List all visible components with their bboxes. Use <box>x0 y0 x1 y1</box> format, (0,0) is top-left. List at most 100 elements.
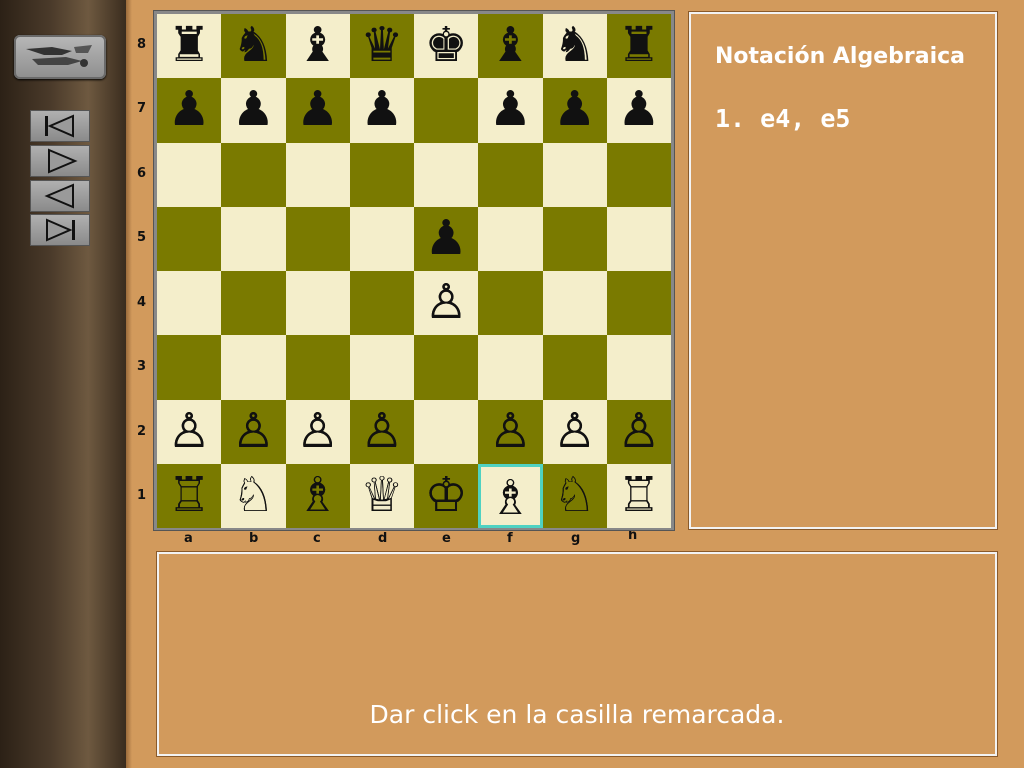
square-f2[interactable]: ♙ <box>478 399 543 464</box>
square-h7[interactable]: ♟ <box>606 78 671 143</box>
piece-a7[interactable]: ♟ <box>157 78 221 142</box>
piece-b7[interactable]: ♟ <box>221 78 285 142</box>
square-f8[interactable]: ♝ <box>478 14 543 79</box>
square-a7[interactable]: ♟ <box>157 78 222 143</box>
square-f3[interactable] <box>478 335 543 400</box>
piece-g7[interactable]: ♟ <box>543 78 607 142</box>
square-g3[interactable] <box>542 335 607 400</box>
piece-a2[interactable]: ♙ <box>157 400 221 464</box>
square-h1[interactable]: ♖ <box>606 463 671 528</box>
square-b6[interactable] <box>221 142 286 207</box>
piece-b1[interactable]: ♘ <box>221 464 285 528</box>
square-f1[interactable]: ♗ <box>478 463 543 528</box>
square-h4[interactable] <box>606 271 671 336</box>
square-d1[interactable]: ♕ <box>349 463 414 528</box>
piece-f8[interactable]: ♝ <box>478 14 542 78</box>
piece-f2[interactable]: ♙ <box>478 400 542 464</box>
piece-d2[interactable]: ♙ <box>350 400 414 464</box>
square-b8[interactable]: ♞ <box>221 14 286 79</box>
square-d3[interactable] <box>349 335 414 400</box>
square-g2[interactable]: ♙ <box>542 399 607 464</box>
piece-a1[interactable]: ♖ <box>157 464 221 528</box>
square-b4[interactable] <box>221 271 286 336</box>
square-h5[interactable] <box>606 206 671 271</box>
square-g1[interactable]: ♘ <box>542 463 607 528</box>
next-move-button[interactable] <box>30 145 90 177</box>
square-b7[interactable]: ♟ <box>221 78 286 143</box>
square-b1[interactable]: ♘ <box>221 463 286 528</box>
square-e1[interactable]: ♔ <box>414 463 479 528</box>
square-b5[interactable] <box>221 206 286 271</box>
first-move-button[interactable] <box>30 110 90 142</box>
previous-move-button[interactable] <box>30 180 90 212</box>
square-c4[interactable] <box>285 271 350 336</box>
square-h6[interactable] <box>606 142 671 207</box>
piece-h2[interactable]: ♙ <box>607 400 671 464</box>
square-a4[interactable] <box>157 271 222 336</box>
piece-d7[interactable]: ♟ <box>350 78 414 142</box>
square-h3[interactable] <box>606 335 671 400</box>
square-a6[interactable] <box>157 142 222 207</box>
piece-f1[interactable]: ♗ <box>481 467 539 526</box>
piece-d1[interactable]: ♕ <box>350 464 414 528</box>
square-e2[interactable] <box>414 399 479 464</box>
square-g8[interactable]: ♞ <box>542 14 607 79</box>
piece-e4[interactable]: ♙ <box>414 271 478 335</box>
piece-d8[interactable]: ♛ <box>350 14 414 78</box>
piece-h7[interactable]: ♟ <box>607 78 671 142</box>
square-c8[interactable]: ♝ <box>285 14 350 79</box>
square-g4[interactable] <box>542 271 607 336</box>
piece-g1[interactable]: ♘ <box>543 464 607 528</box>
square-h2[interactable]: ♙ <box>606 399 671 464</box>
square-c1[interactable]: ♗ <box>285 463 350 528</box>
piece-c8[interactable]: ♝ <box>286 14 350 78</box>
square-a5[interactable] <box>157 206 222 271</box>
piece-g2[interactable]: ♙ <box>543 400 607 464</box>
square-a2[interactable]: ♙ <box>157 399 222 464</box>
square-g5[interactable] <box>542 206 607 271</box>
square-f6[interactable] <box>478 142 543 207</box>
square-e6[interactable] <box>414 142 479 207</box>
piece-c2[interactable]: ♙ <box>286 400 350 464</box>
square-d7[interactable]: ♟ <box>349 78 414 143</box>
square-a3[interactable] <box>157 335 222 400</box>
square-e8[interactable]: ♚ <box>414 14 479 79</box>
square-b3[interactable] <box>221 335 286 400</box>
square-g6[interactable] <box>542 142 607 207</box>
square-a1[interactable]: ♖ <box>157 463 222 528</box>
piece-c1[interactable]: ♗ <box>286 464 350 528</box>
square-e4[interactable]: ♙ <box>414 271 479 336</box>
piece-h1[interactable]: ♖ <box>607 464 671 528</box>
square-d2[interactable]: ♙ <box>349 399 414 464</box>
square-e5[interactable]: ♟ <box>414 206 479 271</box>
square-d5[interactable] <box>349 206 414 271</box>
piece-a8[interactable]: ♜ <box>157 14 221 78</box>
piece-e8[interactable]: ♚ <box>414 14 478 78</box>
square-c2[interactable]: ♙ <box>285 399 350 464</box>
piece-b8[interactable]: ♞ <box>221 14 285 78</box>
square-c7[interactable]: ♟ <box>285 78 350 143</box>
square-c6[interactable] <box>285 142 350 207</box>
square-f7[interactable]: ♟ <box>478 78 543 143</box>
piece-g8[interactable]: ♞ <box>543 14 607 78</box>
square-d8[interactable]: ♛ <box>349 14 414 79</box>
piece-f7[interactable]: ♟ <box>478 78 542 142</box>
square-e3[interactable] <box>414 335 479 400</box>
piece-e1[interactable]: ♔ <box>414 464 478 528</box>
square-f5[interactable] <box>478 206 543 271</box>
last-move-button[interactable] <box>30 214 90 246</box>
square-d4[interactable] <box>349 271 414 336</box>
piece-c7[interactable]: ♟ <box>286 78 350 142</box>
square-f4[interactable] <box>478 271 543 336</box>
square-g7[interactable]: ♟ <box>542 78 607 143</box>
square-b2[interactable]: ♙ <box>221 399 286 464</box>
square-e7[interactable] <box>414 78 479 143</box>
square-h8[interactable]: ♜ <box>606 14 671 79</box>
square-c5[interactable] <box>285 206 350 271</box>
square-c3[interactable] <box>285 335 350 400</box>
square-a8[interactable]: ♜ <box>157 14 222 79</box>
square-d6[interactable] <box>349 142 414 207</box>
piece-b2[interactable]: ♙ <box>221 400 285 464</box>
piece-e5[interactable]: ♟ <box>414 207 478 271</box>
logo[interactable] <box>14 35 106 79</box>
